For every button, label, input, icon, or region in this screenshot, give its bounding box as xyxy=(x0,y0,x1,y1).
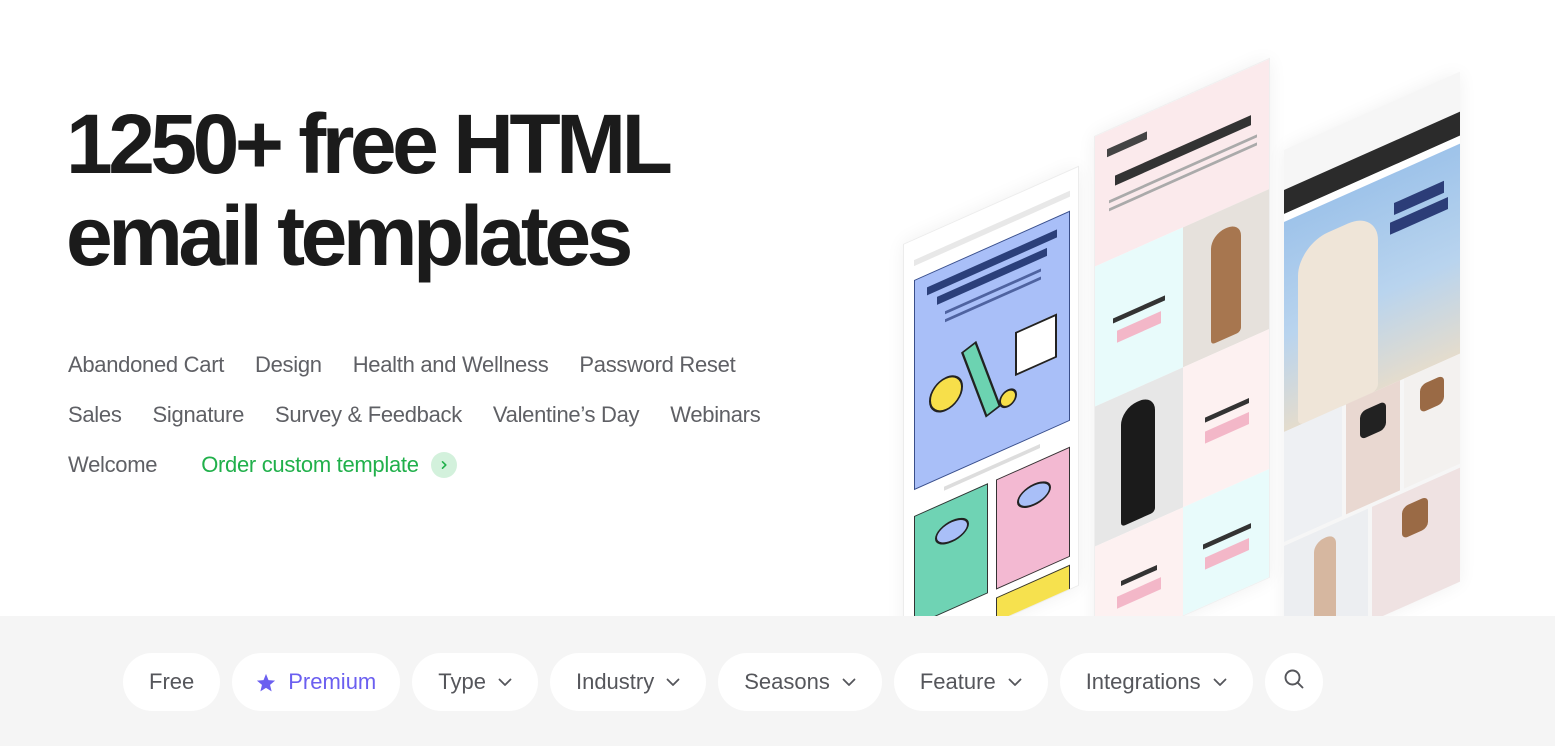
filter-seasons-dropdown[interactable]: Seasons xyxy=(718,653,882,711)
filter-free-button[interactable]: Free xyxy=(123,653,221,711)
category-welcome[interactable]: Welcome xyxy=(68,452,157,478)
chevron-down-icon xyxy=(666,678,680,687)
title-line-2: email templates xyxy=(66,189,633,283)
chevron-down-icon xyxy=(842,678,856,687)
chevron-down-icon xyxy=(498,678,512,687)
category-row-1: Abandoned Cart Design Health and Wellnes… xyxy=(68,340,868,390)
category-abandoned-cart[interactable]: Abandoned Cart xyxy=(68,352,224,378)
filter-free-label: Free xyxy=(149,669,195,694)
category-sales[interactable]: Sales xyxy=(68,402,122,428)
filter-pills: Free Premium Type Industry Seasons Featu… xyxy=(123,653,1323,711)
category-password-reset[interactable]: Password Reset xyxy=(579,352,735,378)
title-line-1: 1250+ free HTML xyxy=(66,97,673,191)
category-row-3: Welcome Order custom template xyxy=(68,440,868,490)
category-signature[interactable]: Signature xyxy=(153,402,245,428)
hero-section: 1250+ free HTML email templates Abandone… xyxy=(0,0,1555,616)
category-health-and-wellness[interactable]: Health and Wellness xyxy=(353,352,549,378)
chevron-right-icon[interactable] xyxy=(430,452,457,478)
preview-card-pink xyxy=(996,446,1070,590)
filter-type-label: Type xyxy=(438,669,486,694)
filter-feature-dropdown[interactable]: Feature xyxy=(893,653,1048,711)
filter-integrations-label: Integrations xyxy=(1085,669,1201,694)
category-survey-feedback[interactable]: Survey & Feedback xyxy=(275,402,462,428)
search-button[interactable] xyxy=(1264,653,1323,711)
filter-bar: Free Premium Type Industry Seasons Featu… xyxy=(0,616,1555,746)
category-row-2: Sales Signature Survey & Feedback Valent… xyxy=(68,390,868,440)
page-title: 1250+ free HTML email templates xyxy=(66,98,766,282)
fashion-template-preview[interactable] xyxy=(1284,71,1460,616)
preview-product-2 xyxy=(1404,353,1460,489)
category-design[interactable]: Design xyxy=(255,352,322,378)
filter-feature-label: Feature xyxy=(919,669,996,694)
preview-product-1 xyxy=(1346,380,1400,515)
filter-seasons-label: Seasons xyxy=(744,669,830,694)
filter-industry-dropdown[interactable]: Industry xyxy=(549,653,707,711)
filter-type-dropdown[interactable]: Type xyxy=(412,653,538,711)
star-icon xyxy=(256,673,276,692)
rose-template-preview[interactable] xyxy=(1094,57,1270,616)
filter-industry-label: Industry xyxy=(575,669,655,694)
chevron-down-icon xyxy=(1008,678,1022,687)
filter-premium-button[interactable]: Premium xyxy=(232,653,401,711)
blog-template-preview[interactable] xyxy=(903,165,1079,616)
category-webinars[interactable]: Webinars xyxy=(670,402,760,428)
filter-integrations-dropdown[interactable]: Integrations xyxy=(1059,653,1253,711)
order-custom-template-link[interactable]: Order custom template xyxy=(201,452,419,478)
category-links: Abandoned Cart Design Health and Wellnes… xyxy=(68,340,868,490)
search-icon xyxy=(1282,667,1306,697)
chevron-down-icon xyxy=(1213,678,1227,687)
preview-card-green xyxy=(914,483,988,616)
filter-premium-label: Premium xyxy=(288,669,377,694)
category-valentines-day[interactable]: Valentine’s Day xyxy=(493,402,640,428)
